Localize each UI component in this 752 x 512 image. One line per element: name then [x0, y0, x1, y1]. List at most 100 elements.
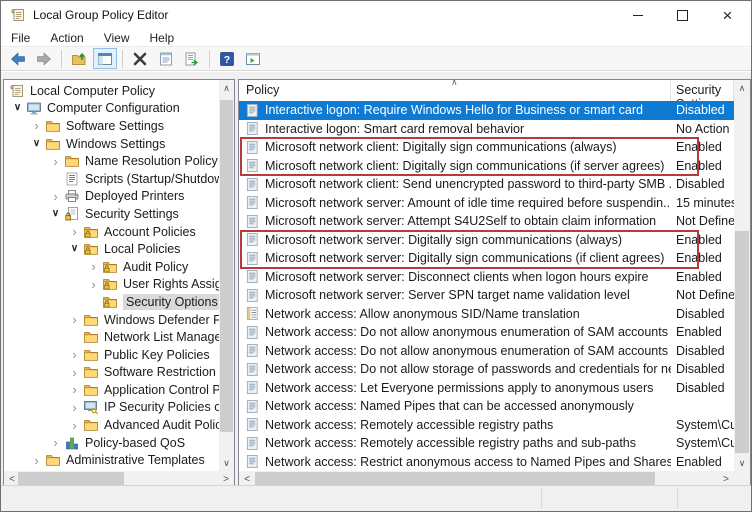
tree-item-local-policies[interactable]: ∨Local Policies	[5, 240, 219, 258]
policy-row-network-access-remotely-accessible-registry-paths[interactable]: Network access: Remotely accessible regi…	[239, 416, 734, 435]
tree-item-security-options[interactable]: Security Options	[5, 293, 219, 311]
policy-row-interactive-logon-require-windows-hello-for-busine[interactable]: Interactive logon: Require Windows Hello…	[239, 101, 734, 120]
menu-action[interactable]: Action	[40, 29, 93, 46]
policy-row-network-access-remotely-accessible-registry-paths-[interactable]: Network access: Remotely accessible regi…	[239, 434, 734, 453]
chevron-right-icon[interactable]: ›	[66, 366, 83, 379]
chevron-right-icon[interactable]: ›	[66, 401, 83, 414]
scroll-down-arrow-icon[interactable]: ∨	[219, 455, 234, 471]
policy-name: Microsoft network client: Send unencrypt…	[265, 177, 671, 191]
delete-button[interactable]	[128, 48, 152, 69]
policy-row-network-access-let-everyone-permissions-apply-to-a[interactable]: Network access: Let Everyone permissions…	[239, 379, 734, 398]
policy-row-network-access-do-not-allow-anonymous-enumeration-[interactable]: Network access: Do not allow anonymous e…	[239, 323, 734, 342]
export-list-icon	[184, 51, 200, 67]
menu-view[interactable]: View	[94, 29, 140, 46]
tree-item-audit-policy[interactable]: ›Audit Policy	[5, 258, 219, 276]
tree-item-scripts-startup-shutdown[interactable]: Scripts (Startup/Shutdown)	[5, 170, 219, 188]
show-console-tree-button[interactable]	[93, 48, 117, 69]
policy-row-microsoft-network-server-server-spn-target-name-va[interactable]: Microsoft network server: Server SPN tar…	[239, 286, 734, 305]
chevron-right-icon[interactable]: ›	[28, 454, 45, 467]
chevron-down-icon[interactable]: ∨	[9, 103, 26, 113]
chevron-right-icon[interactable]: ›	[66, 313, 83, 326]
chevron-right-icon[interactable]: ›	[85, 278, 102, 291]
list-header: Policy Security Setting ∧	[239, 80, 734, 102]
tree-item-name-resolution-policy[interactable]: ›Name Resolution Policy	[5, 152, 219, 170]
local-group-policy-editor-window: Local Group Policy Editor × FileActionVi…	[0, 0, 752, 512]
tree-item-administrative-templates[interactable]: ›Administrative Templates	[5, 451, 219, 469]
tree-item-windows-settings[interactable]: ∨Windows Settings	[5, 135, 219, 153]
tree-item-user-rights-assignment[interactable]: ›User Rights Assignment	[5, 276, 219, 294]
tree-item-software-restriction-policies[interactable]: ›Software Restriction Policies	[5, 364, 219, 382]
policy-row-network-access-do-not-allow-anonymous-enumeration-[interactable]: Network access: Do not allow anonymous e…	[239, 342, 734, 361]
chevron-right-icon[interactable]: ›	[28, 119, 45, 132]
policy-row-interactive-logon-smart-card-removal-behavior[interactable]: Interactive logon: Smart card removal be…	[239, 120, 734, 139]
tree-item-policy-based-qos[interactable]: ›Policy-based QoS	[5, 434, 219, 452]
minimize-button[interactable]	[615, 2, 660, 29]
sort-ascending-icon: ∧	[451, 77, 458, 88]
tree-item-advanced-audit-policy-configuration[interactable]: ›Advanced Audit Policy Configuration	[5, 416, 219, 434]
tree-item-security-settings[interactable]: ∨Security Settings	[5, 205, 219, 223]
policy-row-microsoft-network-client-digitally-sign-communicat[interactable]: Microsoft network client: Digitally sign…	[239, 138, 734, 157]
tree-item-public-key-policies[interactable]: ›Public Key Policies	[5, 346, 219, 364]
chevron-right-icon[interactable]: ›	[47, 155, 64, 168]
policy-row-network-access-do-not-allow-storage-of-passwords-a[interactable]: Network access: Do not allow storage of …	[239, 360, 734, 379]
policy-row-microsoft-network-server-disconnect-clients-when-l[interactable]: Microsoft network server: Disconnect cli…	[239, 268, 734, 287]
policy-row-network-access-restrict-anonymous-access-to-named-[interactable]: Network access: Restrict anonymous acces…	[239, 453, 734, 472]
tree-item-ip-security-policies-on-local-computer[interactable]: ›IP Security Policies on Local Computer	[5, 399, 219, 417]
policy-doc-icon	[245, 232, 260, 247]
scroll-down-arrow-icon[interactable]: ∨	[734, 455, 750, 471]
security-setting-value: Enabled	[671, 233, 734, 247]
list-vertical-scrollbar[interactable]: ∧ ∨	[734, 80, 750, 471]
chevron-down-icon[interactable]: ∨	[47, 209, 64, 219]
tree-item-local-computer-policy[interactable]: Local Computer Policy	[5, 82, 219, 100]
close-button[interactable]: ×	[705, 2, 750, 29]
chevron-right-icon[interactable]: ›	[85, 260, 102, 273]
scrollbar-thumb[interactable]	[255, 472, 655, 486]
new-window-button[interactable]	[241, 48, 265, 69]
tree-item-application-control-policies[interactable]: ›Application Control Policies	[5, 381, 219, 399]
forward-button[interactable]	[32, 48, 56, 69]
main-area: Local Computer Policy∨Computer Configura…	[1, 72, 751, 486]
scroll-up-arrow-icon[interactable]: ∧	[219, 80, 234, 96]
policy-row-microsoft-network-server-amount-of-idle-time-requi[interactable]: Microsoft network server: Amount of idle…	[239, 194, 734, 213]
policy-row-microsoft-network-client-digitally-sign-communicat[interactable]: Microsoft network client: Digitally sign…	[239, 157, 734, 176]
properties-button[interactable]	[154, 48, 178, 69]
column-header-security-setting[interactable]: Security Setting	[671, 80, 734, 101]
status-bar-divider	[677, 488, 678, 509]
policy-row-microsoft-network-server-attempt-s4u2self-to-obtai[interactable]: Microsoft network server: Attempt S4U2Se…	[239, 212, 734, 231]
policy-row-microsoft-network-client-send-unencrypted-password[interactable]: Microsoft network client: Send unencrypt…	[239, 175, 734, 194]
policy-name: Network access: Remotely accessible regi…	[265, 418, 671, 432]
back-button[interactable]	[6, 48, 30, 69]
menu-file[interactable]: File	[1, 29, 40, 46]
chevron-right-icon[interactable]: ›	[66, 383, 83, 396]
chevron-down-icon[interactable]: ∨	[66, 244, 83, 254]
chevron-right-icon[interactable]: ›	[66, 348, 83, 361]
menu-help[interactable]: Help	[140, 29, 185, 46]
maximize-button[interactable]	[660, 2, 705, 29]
tree-item-computer-configuration[interactable]: ∨Computer Configuration	[5, 100, 219, 118]
new-window-icon	[245, 51, 261, 67]
tree-item-network-list-manager-policies[interactable]: Network List Manager Policies	[5, 328, 219, 346]
chevron-right-icon[interactable]: ›	[47, 190, 64, 203]
scroll-up-arrow-icon[interactable]: ∧	[734, 80, 750, 96]
console-tree-panel: Local Computer Policy∨Computer Configura…	[3, 79, 235, 488]
scrollbar-thumb[interactable]	[18, 472, 124, 486]
tree-item-software-settings[interactable]: ›Software Settings	[5, 117, 219, 135]
chevron-down-icon[interactable]: ∨	[28, 139, 45, 149]
tree-item-account-policies[interactable]: ›Account Policies	[5, 223, 219, 241]
scrollbar-thumb[interactable]	[735, 231, 749, 453]
policy-row-network-access-allow-anonymous-sid-name-translatio[interactable]: Network access: Allow anonymous SID/Name…	[239, 305, 734, 324]
scrollbar-thumb[interactable]	[220, 100, 233, 432]
computer-key-icon	[83, 399, 99, 415]
chevron-right-icon[interactable]: ›	[66, 225, 83, 238]
tree-item-deployed-printers[interactable]: ›Deployed Printers	[5, 188, 219, 206]
chevron-right-icon[interactable]: ›	[47, 436, 64, 449]
tree-vertical-scrollbar[interactable]: ∧ ∨	[219, 80, 234, 471]
policy-row-microsoft-network-server-digitally-sign-communicat[interactable]: Microsoft network server: Digitally sign…	[239, 249, 734, 268]
tree-item-windows-defender-firewall-with-advanced-security[interactable]: ›Windows Defender Firewall with Advanced…	[5, 311, 219, 329]
export-list-button[interactable]	[180, 48, 204, 69]
chevron-right-icon[interactable]: ›	[66, 419, 83, 432]
policy-row-microsoft-network-server-digitally-sign-communicat[interactable]: Microsoft network server: Digitally sign…	[239, 231, 734, 250]
help-button[interactable]: ?	[215, 48, 239, 69]
policy-row-network-access-named-pipes-that-can-be-accessed-an[interactable]: Network access: Named Pipes that can be …	[239, 397, 734, 416]
up-one-level-button[interactable]	[67, 48, 91, 69]
